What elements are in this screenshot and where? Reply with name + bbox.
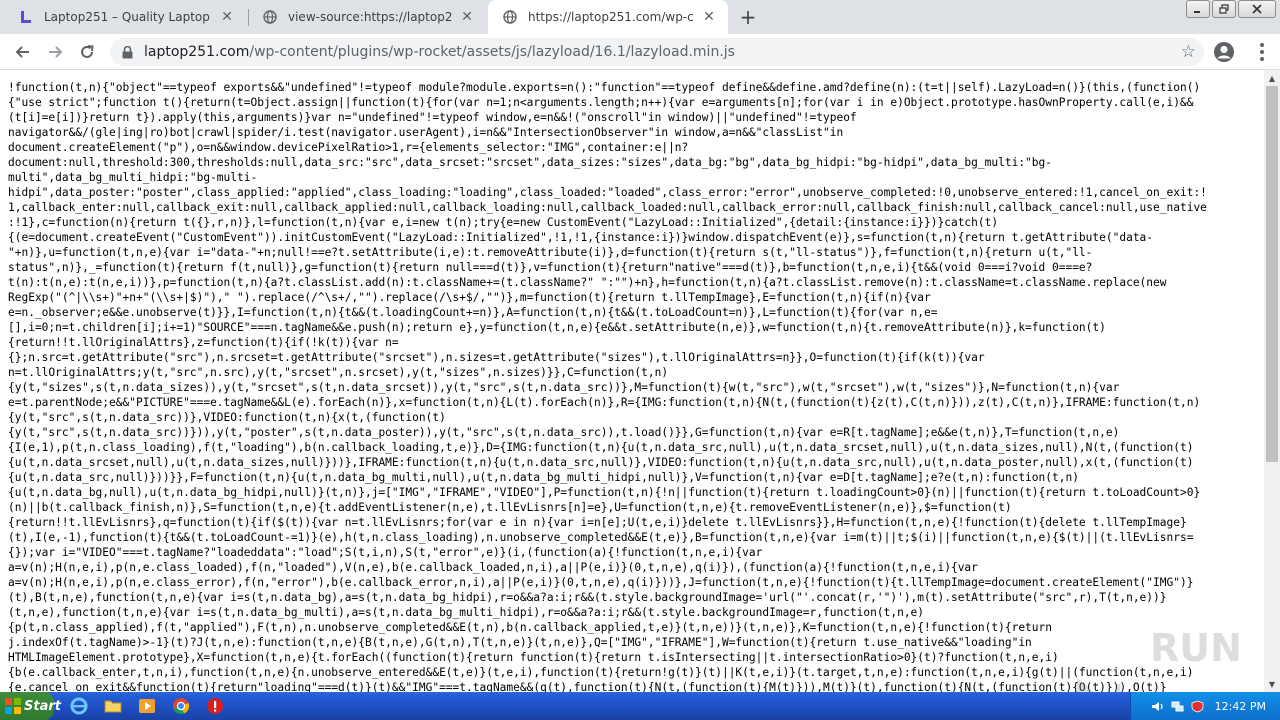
globe-icon [262,9,278,25]
source-line: a=v(n);H(n,e,i),p(n,e.class_loaded),f(n,… [8,561,978,574]
windows-taskbar: Start 12:42 PM [0,692,1280,720]
source-line: {y(t,"src",s(t,n.data_src))},VIDEO:funct… [8,411,446,424]
browser-toolbar: laptop251.com/wp-content/plugins/wp-rock… [0,34,1280,70]
source-line: multi",data_bg_multi_hidpi:"bg-multi- [8,171,258,184]
source-line: {u(t,n.data_bg,null),u(t,n.data_bg_hidpi… [8,486,1201,499]
url-host: laptop251.com [144,44,250,60]
url-text: laptop251.com/wp-content/plugins/wp-rock… [144,44,735,60]
source-line: HTMLImageElement.prototype},X=function(t… [8,651,1059,664]
chrome-icon[interactable] [172,697,192,715]
stop-sign-icon[interactable] [206,697,226,715]
windows-logo-icon [5,698,21,714]
reload-button[interactable] [74,39,100,65]
globe-icon [502,9,518,25]
back-button[interactable] [10,39,36,65]
tab-lazyload-js[interactable]: https://laptop251.com/wp-content/p ✕ [488,0,728,34]
source-line: {(e=document.createEvent("CustomEvent"))… [8,231,1154,244]
anyrun-watermark-icon [1077,677,1121,692]
profile-avatar-icon[interactable] [1212,40,1236,64]
source-line: hidpi",data_poster:"poster",class_applie… [8,186,1207,199]
restore-icon [1219,4,1229,14]
security-shield-icon[interactable] [1191,699,1205,713]
start-label: Start [24,698,61,714]
source-line: {return!!t.llEvLisnrs},q=function(t){if(… [8,516,1187,529]
watermark-text: RUN [1150,626,1242,670]
browser-menu-button[interactable] [1252,42,1272,62]
source-line: (t),I(e,-1),function(t){t&&(t.toLoadCoun… [8,531,1194,544]
source-line: !function(t,n){"object"==typeof exports&… [8,81,1201,94]
bookmark-star-icon[interactable]: ☆ [1181,42,1196,62]
forward-button[interactable] [42,39,68,65]
arrow-left-icon [15,46,29,58]
source-line: :!1},c=function(n){return t({},r,n)},l=f… [8,216,999,229]
source-line: {y(t,"src",s(t,n.data_src))})),y(t,"post… [8,426,1120,439]
close-window-button[interactable] [1238,0,1276,18]
source-line: {});var i="VIDEO"===t.tagName?"loadeddat… [8,546,763,559]
tab-view-source[interactable]: view-source:https://laptop251.com ✕ [248,0,486,34]
source-line: j.indexOf(t.tagName)>-1}(t)?J(t,n,e):fun… [8,636,1032,649]
source-line: {y(t,"sizes",s(t,n.data_sizes)),y(t,"src… [8,381,1120,394]
source-line: status",n)},_=function(t){return f(t,nul… [8,261,1093,274]
source-line: navigator&&/(gle|ing|ro)bot|crawl|spider… [8,126,844,139]
source-line: {};n.src=t.getAttribute("src"),n.srcset=… [8,351,985,364]
source-line: {return!!t.llOriginalAttrs},z=function(t… [8,336,399,349]
close-tab-icon[interactable]: ✕ [458,8,476,26]
arrow-right-icon [49,46,63,58]
tab-title: view-source:https://laptop251.com [288,10,452,24]
restore-button[interactable] [1212,0,1236,18]
source-line: document:null,threshold:300,thresholds:n… [8,156,1052,169]
media-player-icon[interactable] [138,697,158,715]
source-line: document.createElement("p"),o=n&&window.… [8,141,689,154]
source-line: a=v(n);H(n,e,i),p(n,e.class_error),f(n,"… [8,576,1194,589]
source-line: (t[i]=e[i])}return t}).apply(this,argume… [8,111,857,124]
source-code: !function(t,n){"object"==typeof exports&… [8,80,1258,692]
new-tab-button[interactable]: + [736,5,760,29]
laptop251-logo-icon [18,9,34,25]
url-path: /wp-content/plugins/wp-rocket/assets/js/… [249,44,735,60]
clock: 12:42 PM [1214,699,1266,713]
minimize-button[interactable] [1186,0,1210,18]
scroll-down-arrow-icon[interactable]: ▼ [1264,676,1280,692]
tab-laptop251-home[interactable]: Laptop251 – Quality Laptop Reviews ✕ [4,0,246,34]
scroll-thumb[interactable] [1266,86,1278,462]
tab-title: https://laptop251.com/wp-content/p [528,10,694,24]
source-line: {u(t,n.data_src,null)}))}},F=function(t,… [8,471,1079,484]
source-line: 1,callback_enter:null,callback_exit:null… [8,201,1207,214]
lock-icon[interactable] [120,45,134,59]
source-line: {u(t,n.data_srcset,null),u(t,n.data_size… [8,456,1194,469]
source-line: (t),B(t,n,e),function(t,n,e){var i=s(t,n… [8,591,1167,604]
window-controls [1184,0,1276,20]
source-line: {p(t,n.class_applied),f(t,"applied"),F(t… [8,621,1052,634]
address-bar[interactable]: laptop251.com/wp-content/plugins/wp-rock… [110,38,1204,66]
file-explorer-icon[interactable] [104,697,124,715]
source-line: n=t.llOriginalAttrs;y(t,"src",n.src),y(t… [8,366,669,379]
source-line: e=t.parentNode;e&&"PICTURE"===e.tagName&… [8,396,1201,409]
tab-strip: Laptop251 – Quality Laptop Reviews ✕ vie… [0,0,1280,34]
page-content: !function(t,n){"object"==typeof exports&… [0,70,1264,692]
source-line: e=n._observer;e&&e.unobserve(t)}},I=func… [8,306,938,319]
scroll-up-arrow-icon[interactable]: ▲ [1264,70,1280,86]
network-icon[interactable] [1171,699,1185,713]
internet-explorer-icon[interactable] [70,697,90,715]
source-line: t(n):t(n,e):t(n,e,i))},p=function(t,n){a… [8,276,1167,289]
system-tray: 12:42 PM [1130,692,1280,720]
start-button[interactable]: Start [0,692,61,720]
source-line: "+n)},u=function(t,n,e){var i="data-"+n;… [8,246,1093,259]
volume-icon[interactable] [1151,699,1165,713]
source-line: (t,n,e),function(t,n,e){var i=s(t,n.data… [8,606,925,619]
source-line: {I(e,1),p(t,n.class_loading),f(t,"loadin… [8,441,1194,454]
close-icon [1252,4,1262,14]
reload-icon [81,45,94,58]
close-tab-icon[interactable]: ✕ [218,8,236,26]
vertical-scrollbar[interactable]: ▲ ▼ [1264,70,1280,692]
minimize-icon [1194,11,1200,13]
source-line: {"use strict";function t(){return(t=Obje… [8,96,1194,109]
source-line: RegExp("(^|\\s+)"+n+"(\\s+|$)")," ").rep… [8,291,931,304]
close-tab-icon[interactable]: ✕ [700,8,718,26]
tab-title: Laptop251 – Quality Laptop Reviews [44,10,212,24]
source-line: [],i=0;n=t.children[i];i+=1)"SOURCE"===n… [8,321,1106,334]
source-line: (n)||b(t.callback_finish,n)},S=function(… [8,501,1012,514]
